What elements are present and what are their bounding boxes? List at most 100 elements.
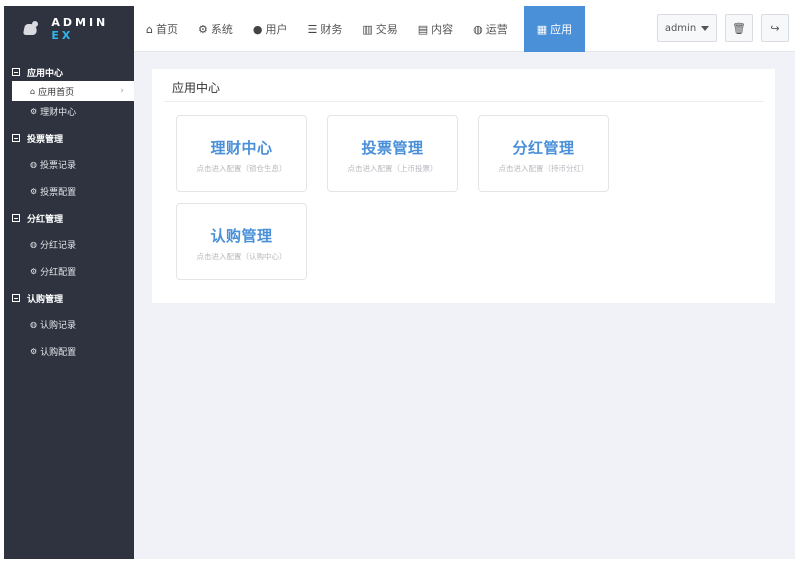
- sidebar-item-vote-config[interactable]: ⚙ 投票配置: [4, 181, 134, 201]
- card-desc: 点击进入配置（认购中心）: [196, 252, 287, 261]
- top-nav: ⌂ 首页 ⚙ 系统 ● 用户 ☰ 财务 ▥ 交易 ▤ 内容 ◍ 运营 ▦ 应用: [136, 6, 586, 52]
- sidebar: 应用中心 ⌂ 应用首页 › ⚙ 理财中心 投票管理 ◍ 投票记录 ⚙ 投票配置 分红管理 …: [4, 52, 134, 559]
- nav-item-operation[interactable]: ◍ 运营: [463, 6, 518, 52]
- globe-icon: ◍: [473, 22, 483, 36]
- sidebar-item-label: 认购配置: [40, 347, 77, 358]
- globe-icon: ◍: [30, 319, 37, 329]
- home-icon: ⌂: [146, 22, 153, 36]
- gear-icon: ⚙: [30, 346, 38, 356]
- card-dividend-management[interactable]: 分红管理 点击进入配置（持币分红）: [478, 115, 609, 192]
- sidebar-item-label: 应用首页: [38, 87, 75, 98]
- logo-icon: [22, 21, 39, 37]
- sidebar-group-subscribe[interactable]: 认购管理: [4, 289, 134, 307]
- app-frame: ADMIN EX ⌂ 首页 ⚙ 系统 ● 用户 ☰ 财务 ▥ 交易 ▤ 内容 ◍ 运营 ▦ 应用…: [4, 6, 795, 559]
- gear-icon: ⚙: [30, 266, 38, 276]
- globe-icon: ◍: [30, 159, 37, 169]
- divider: [164, 101, 764, 102]
- nav-label: 首页: [155, 23, 178, 36]
- sidebar-group-app-center[interactable]: 应用中心: [4, 63, 134, 81]
- sidebar-item-subscribe-config[interactable]: ⚙ 认购配置: [4, 341, 134, 361]
- nav-item-finance[interactable]: ☰ 财务: [297, 6, 352, 52]
- logo-name: ADMIN: [51, 16, 109, 29]
- nav-label: 用户: [265, 23, 288, 36]
- card-title: 认购管理: [210, 227, 273, 245]
- chevron-right-icon: ›: [120, 86, 124, 96]
- collapse-icon: [12, 134, 20, 142]
- user-name: admin: [664, 22, 697, 34]
- collapse-icon: [12, 294, 20, 302]
- sidebar-item-wealth-center[interactable]: ⚙ 理财中心: [4, 101, 134, 121]
- logo[interactable]: ADMIN EX: [4, 6, 134, 52]
- sidebar-item-label: 理财中心: [40, 107, 77, 118]
- list-icon: ☰: [307, 22, 318, 36]
- nav-item-trade[interactable]: ▥ 交易: [352, 6, 407, 52]
- nav-label: 运营: [485, 23, 508, 36]
- nav-label: 内容: [431, 23, 454, 36]
- sidebar-item-dividend-config[interactable]: ⚙ 分红配置: [4, 261, 134, 281]
- sidebar-group-label: 应用中心: [27, 68, 64, 79]
- gear-icon: ⚙: [197, 22, 208, 36]
- collapse-icon: [12, 214, 20, 222]
- nav-label: 应用: [550, 23, 573, 36]
- sidebar-group-vote[interactable]: 投票管理: [4, 129, 134, 147]
- user-menu-button[interactable]: admin: [657, 14, 717, 42]
- logo-text: ADMIN EX: [51, 16, 134, 42]
- nav-item-home[interactable]: ⌂ 首页: [136, 6, 188, 52]
- trash-icon: 🗑: [732, 21, 746, 35]
- caret-down-icon: [701, 25, 710, 31]
- header-actions: admin 🗑 ↪: [657, 14, 789, 42]
- sidebar-item-label: 分红记录: [39, 240, 76, 251]
- nav-label: 财务: [320, 23, 343, 36]
- nav-item-apps[interactable]: ▦ 应用: [523, 6, 586, 52]
- sidebar-group-label: 投票管理: [27, 134, 64, 145]
- card-desc: 点击进入配置（持币分红）: [498, 164, 589, 173]
- nav-label: 系统: [210, 23, 233, 36]
- top-header: ADMIN EX ⌂ 首页 ⚙ 系统 ● 用户 ☰ 财务 ▥ 交易 ▤ 内容 ◍ 运营 ▦ 应用…: [4, 6, 795, 52]
- sidebar-item-subscribe-records[interactable]: ◍ 认购记录: [4, 314, 134, 334]
- nav-item-content[interactable]: ▤ 内容: [408, 6, 463, 52]
- clear-cache-button[interactable]: 🗑: [725, 14, 753, 42]
- card-title: 投票管理: [361, 139, 424, 157]
- sidebar-item-vote-records[interactable]: ◍ 投票记录: [4, 154, 134, 174]
- sidebar-item-label: 认购记录: [39, 320, 76, 331]
- nav-item-system[interactable]: ⚙ 系统: [188, 6, 243, 52]
- sidebar-item-app-home[interactable]: ⌂ 应用首页 ›: [12, 81, 134, 101]
- card-wealth-center[interactable]: 理财中心 点击进入配置（锁仓生息）: [176, 115, 307, 192]
- card-title: 理财中心: [210, 139, 273, 157]
- user-icon: ●: [252, 22, 263, 36]
- card-subscribe-management[interactable]: 认购管理 点击进入配置（认购中心）: [176, 203, 307, 280]
- sidebar-item-label: 投票配置: [40, 187, 77, 198]
- card-vote-management[interactable]: 投票管理 点击进入配置（上币投票）: [327, 115, 458, 192]
- page-title: 应用中心: [172, 81, 221, 95]
- sidebar-group-label: 认购管理: [27, 294, 64, 305]
- globe-icon: ◍: [30, 239, 37, 249]
- card-desc: 点击进入配置（上币投票）: [347, 164, 438, 173]
- nav-label: 交易: [375, 23, 398, 36]
- sidebar-item-dividend-records[interactable]: ◍ 分红记录: [4, 234, 134, 254]
- sidebar-group-label: 分红管理: [27, 214, 64, 225]
- app-center-panel: 应用中心 理财中心 点击进入配置（锁仓生息） 投票管理 点击进入配置（上币投票）…: [152, 69, 775, 303]
- card-desc: 点击进入配置（锁仓生息）: [196, 164, 287, 173]
- sidebar-group-dividend[interactable]: 分红管理: [4, 209, 134, 227]
- content-icon: ▤: [417, 22, 429, 36]
- card-title: 分红管理: [512, 139, 575, 157]
- gear-icon: ⚙: [30, 106, 38, 116]
- logo-suffix: EX: [51, 29, 74, 42]
- nav-item-user[interactable]: ● 用户: [243, 6, 298, 52]
- sidebar-item-label: 分红配置: [40, 267, 77, 278]
- gear-icon: ⚙: [30, 186, 38, 196]
- grid-icon: ▦: [536, 22, 548, 36]
- logout-button[interactable]: ↪: [761, 14, 789, 42]
- bar-chart-icon: ▥: [362, 22, 373, 36]
- sidebar-item-label: 投票记录: [39, 160, 76, 171]
- home-icon: ⌂: [30, 86, 36, 96]
